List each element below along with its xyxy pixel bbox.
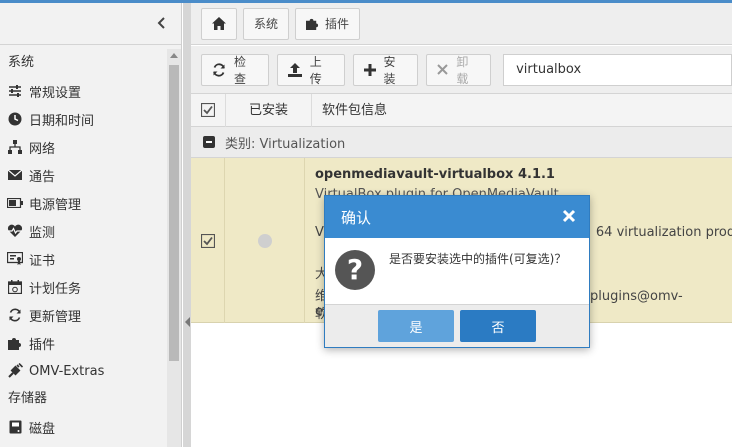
collapse-group-icon[interactable] bbox=[203, 136, 215, 148]
sidebar-item-label: 网络 bbox=[29, 141, 56, 157]
category-group-header[interactable]: 类别: Virtualization bbox=[191, 127, 732, 158]
checkbox-checked-icon bbox=[200, 233, 215, 248]
scroll-up-icon[interactable] bbox=[170, 53, 178, 58]
checkbox-checked-icon bbox=[201, 103, 215, 117]
uninstall-button-label: 卸载 bbox=[456, 54, 469, 86]
row-checkbox[interactable] bbox=[191, 158, 225, 323]
sidebar-item-label: 监测 bbox=[29, 225, 56, 241]
sidebar-item-disks[interactable]: 磁盘 bbox=[0, 413, 166, 441]
puzzle-icon bbox=[7, 335, 23, 351]
sidebar-nav: 系统 常规设置 日期和时间 网络 通告 电源管理 监测 证书 计划任务 更新管理… bbox=[0, 49, 166, 441]
sliders-icon bbox=[7, 83, 23, 99]
sidebar-item-network[interactable]: 网络 bbox=[0, 133, 166, 161]
collapse-arrow-icon[interactable] bbox=[185, 317, 190, 327]
collapse-left-icon[interactable] bbox=[156, 17, 166, 29]
nav-group-storage[interactable]: 存储器 bbox=[0, 385, 166, 413]
question-icon: ? bbox=[335, 250, 375, 290]
close-icon bbox=[437, 64, 449, 75]
sidebar: 系统 常规设置 日期和时间 网络 通告 电源管理 监测 证书 计划任务 更新管理… bbox=[0, 3, 182, 447]
breadcrumb-home[interactable] bbox=[201, 7, 237, 40]
disk-icon bbox=[7, 419, 23, 435]
heartbeat-icon bbox=[7, 223, 23, 239]
clock-icon bbox=[7, 111, 23, 127]
sidebar-item-label: 日期和时间 bbox=[29, 113, 95, 129]
sidebar-item-general[interactable]: 常规设置 bbox=[0, 77, 166, 105]
dialog-title: 确认 bbox=[341, 208, 372, 227]
sidebar-item-certificates[interactable]: 证书 bbox=[0, 245, 166, 273]
installed-status bbox=[225, 158, 305, 323]
column-header-installed[interactable]: 已安装 bbox=[225, 93, 311, 127]
dialog-footer: 是 否 bbox=[325, 304, 589, 347]
sidebar-item-label: 电源管理 bbox=[29, 197, 82, 213]
sidebar-header bbox=[0, 3, 181, 45]
close-icon[interactable] bbox=[561, 208, 577, 224]
sidebar-item-datetime[interactable]: 日期和时间 bbox=[0, 105, 166, 133]
desc-start: V bbox=[315, 225, 324, 240]
breadcrumb-plugins-label: 插件 bbox=[325, 17, 350, 31]
sidebar-item-scheduled-jobs[interactable]: 计划任务 bbox=[0, 273, 166, 301]
refresh-icon bbox=[212, 62, 226, 77]
sidebar-item-label: 常规设置 bbox=[29, 85, 82, 101]
sidebar-item-label: 证书 bbox=[29, 253, 56, 269]
home-icon bbox=[212, 17, 226, 30]
select-all-checkbox[interactable] bbox=[191, 103, 225, 117]
check-button-label: 检查 bbox=[234, 54, 247, 86]
column-header-package-info[interactable]: 软件包信息 bbox=[311, 93, 732, 127]
plus-icon bbox=[363, 63, 376, 76]
network-icon bbox=[7, 139, 23, 155]
sidebar-item-update-management[interactable]: 更新管理 bbox=[0, 301, 166, 329]
confirm-dialog: 确认 ? 是否要安装选中的插件(可复选)？ 是 否 bbox=[324, 195, 590, 348]
plug-icon bbox=[7, 363, 23, 379]
status-dot-icon bbox=[257, 233, 272, 248]
breadcrumb-system[interactable]: 系统 bbox=[243, 7, 290, 40]
nav-group-system[interactable]: 系统 bbox=[0, 49, 166, 77]
toolbar: 检查 上传 安装 卸载 virtualbox bbox=[191, 46, 732, 94]
sidebar-scroll-thumb[interactable] bbox=[169, 65, 179, 361]
breadcrumb-plugins[interactable]: 插件 bbox=[295, 7, 361, 40]
check-button[interactable]: 检查 bbox=[201, 53, 269, 86]
table-header: 已安装 软件包信息 bbox=[191, 93, 732, 127]
sidebar-item-power[interactable]: 电源管理 bbox=[0, 189, 166, 217]
category-label: 类别: Virtualization bbox=[225, 136, 346, 152]
envelope-icon bbox=[7, 167, 23, 183]
sidebar-item-omv-extras[interactable]: OMV-Extras bbox=[0, 357, 166, 385]
certificate-icon bbox=[7, 251, 23, 267]
sidebar-item-label: 更新管理 bbox=[29, 309, 82, 325]
upload-icon bbox=[287, 62, 302, 77]
battery-icon bbox=[7, 195, 23, 211]
search-input[interactable]: virtualbox bbox=[503, 53, 732, 86]
sidebar-item-monitoring[interactable]: 监测 bbox=[0, 217, 166, 245]
dialog-message: 是否要安装选中的插件(可复选)？ bbox=[389, 252, 567, 266]
puzzle-icon bbox=[306, 17, 319, 30]
sidebar-item-label: 计划任务 bbox=[29, 281, 82, 297]
desc-end: 64 virtualization produc bbox=[595, 225, 732, 240]
sidebar-item-label: OMV-Extras bbox=[29, 363, 105, 379]
package-title: openmediavault-virtualbox 4.1.1 bbox=[315, 167, 555, 182]
breadcrumb: 系统 插件 bbox=[191, 3, 732, 45]
sidebar-item-notification[interactable]: 通告 bbox=[0, 161, 166, 189]
refresh-icon bbox=[7, 307, 23, 323]
calendar-icon bbox=[7, 279, 23, 295]
upload-button[interactable]: 上传 bbox=[276, 53, 345, 86]
no-button[interactable]: 否 bbox=[460, 310, 536, 342]
sidebar-item-label: 插件 bbox=[29, 337, 56, 353]
uninstall-button[interactable]: 卸载 bbox=[426, 53, 492, 86]
panel-splitter[interactable] bbox=[183, 3, 191, 447]
dialog-header: 确认 bbox=[325, 196, 589, 238]
sidebar-item-label: 磁盘 bbox=[29, 421, 56, 437]
install-button-label: 安装 bbox=[383, 54, 396, 86]
install-button[interactable]: 安装 bbox=[352, 53, 419, 86]
breadcrumb-system-label: 系统 bbox=[254, 17, 279, 31]
sidebar-item-label: 通告 bbox=[29, 169, 56, 185]
upload-button-label: 上传 bbox=[309, 54, 322, 86]
dialog-body: ? 是否要安装选中的插件(可复选)？ bbox=[325, 238, 589, 304]
yes-button[interactable]: 是 bbox=[378, 310, 454, 342]
sidebar-item-plugins[interactable]: 插件 bbox=[0, 329, 166, 357]
